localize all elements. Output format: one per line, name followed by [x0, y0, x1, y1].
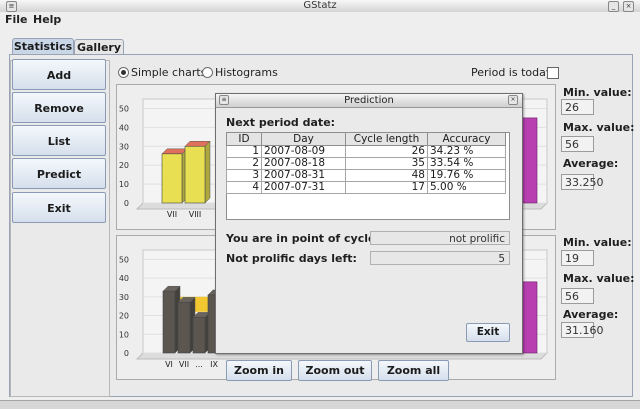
- average-label-bottom: Average:: [563, 308, 619, 321]
- cell-id: 3: [226, 169, 262, 182]
- min-value-label-top: Min. value:: [563, 86, 632, 99]
- min-value-field-bottom[interactable]: 19: [561, 250, 594, 266]
- period-is-today-label: Period is today: [471, 66, 553, 79]
- bar: [162, 290, 176, 354]
- cycle-point-field: not prolific: [370, 231, 510, 245]
- bar: [192, 317, 206, 354]
- close-icon[interactable]: ×: [623, 1, 634, 12]
- y-tick-label: 30: [119, 142, 129, 151]
- prediction-table: ID Day Cycle length Accuracy 1 2007-08-0…: [226, 132, 506, 194]
- y-tick-label: 40: [119, 274, 129, 283]
- remove-button[interactable]: Remove: [12, 92, 106, 123]
- simple-charts-radio[interactable]: [118, 67, 129, 78]
- column-header-id[interactable]: ID: [226, 132, 262, 146]
- y-tick-label: 0: [124, 199, 129, 208]
- cell-id: 1: [226, 145, 262, 158]
- cell-cycle-length: 35: [345, 157, 428, 170]
- cell-id: 4: [226, 181, 262, 194]
- dialog-title: Prediction: [344, 95, 394, 106]
- cycle-point-label: You are in point of cycle:: [226, 232, 380, 245]
- cell-accuracy: 34.23 %: [427, 145, 506, 158]
- y-tick-label: 20: [119, 312, 129, 321]
- average-field-bottom[interactable]: 31.160: [561, 322, 604, 338]
- minimize-icon[interactable]: _: [608, 1, 619, 12]
- cell-accuracy: 19.76 %: [427, 169, 506, 182]
- max-value-field-top[interactable]: 56: [561, 136, 594, 152]
- window-title: GStatz: [303, 0, 337, 11]
- y-tick-label: 10: [119, 180, 129, 189]
- zoom-out-button[interactable]: Zoom out: [298, 360, 372, 381]
- radio-selected-dot: [121, 70, 126, 75]
- bar-side: [204, 140, 211, 204]
- days-left-field: 5: [370, 251, 510, 265]
- zoom-in-button[interactable]: Zoom in: [226, 360, 292, 381]
- cell-day: 2007-08-31: [261, 169, 346, 182]
- column-header-accuracy[interactable]: Accuracy: [427, 132, 506, 146]
- x-tick-label: VIII: [189, 210, 202, 219]
- y-tick-label: 0: [124, 349, 129, 358]
- zoom-all-button[interactable]: Zoom all: [378, 360, 449, 381]
- y-tick-label: 20: [119, 161, 129, 170]
- x-tick-label: IX: [210, 360, 218, 369]
- menu-help[interactable]: Help: [33, 13, 61, 26]
- dialog-titlebar: ≡ Prediction ×: [216, 94, 522, 108]
- menu-file[interactable]: File: [5, 13, 28, 26]
- tab-gallery[interactable]: Gallery: [74, 39, 124, 55]
- y-tick-label: 50: [119, 255, 129, 264]
- cell-day: 2007-08-09: [261, 145, 346, 158]
- dialog-exit-button[interactable]: Exit: [466, 323, 510, 342]
- y-tick-label: 10: [119, 330, 129, 339]
- y-tick-label: 40: [119, 123, 129, 132]
- list-button[interactable]: List: [12, 125, 106, 156]
- cell-cycle-length: 48: [345, 169, 428, 182]
- max-value-label-top: Max. value:: [563, 121, 635, 134]
- x-tick-label: VII: [179, 360, 189, 369]
- period-is-today-checkbox[interactable]: [547, 67, 559, 79]
- x-tick-label: VII: [167, 210, 177, 219]
- histograms-radio[interactable]: [202, 67, 213, 78]
- histograms-label: Histograms: [215, 66, 278, 79]
- menubar: File Help: [0, 12, 640, 28]
- column-header-day[interactable]: Day: [261, 132, 346, 146]
- prediction-dialog: ≡ Prediction × Next period date: ID Day …: [215, 93, 523, 354]
- table-row[interactable]: 1 2007-08-09 26 34.23 %: [226, 145, 506, 158]
- y-tick-label: 50: [119, 104, 129, 113]
- max-value-label-bottom: Max. value:: [563, 272, 635, 285]
- y-tick-label: 30: [119, 293, 129, 302]
- next-period-label: Next period date:: [226, 116, 336, 129]
- bar: [161, 153, 183, 204]
- bar: [184, 145, 206, 204]
- tab-statistics[interactable]: Statistics: [12, 38, 74, 55]
- min-value-label-bottom: Min. value:: [563, 236, 632, 249]
- min-value-field-top[interactable]: 26: [561, 99, 594, 115]
- column-header-cycle-length[interactable]: Cycle length: [345, 132, 428, 146]
- average-field-top[interactable]: 33.250: [561, 174, 604, 190]
- average-label-top: Average:: [563, 157, 619, 170]
- cell-accuracy: 33.54 %: [427, 157, 506, 170]
- x-tick-label: VI: [165, 360, 173, 369]
- dialog-close-icon[interactable]: ×: [508, 95, 518, 105]
- table-header-row: ID Day Cycle length Accuracy: [226, 132, 506, 146]
- predict-button[interactable]: Predict: [12, 158, 106, 189]
- table-row[interactable]: 3 2007-08-31 48 19.76 %: [226, 169, 506, 182]
- exit-button[interactable]: Exit: [12, 192, 106, 223]
- cell-cycle-length: 17: [345, 181, 428, 194]
- table-row[interactable]: 4 2007-07-31 17 5.00 %: [226, 181, 506, 194]
- cell-id: 2: [226, 157, 262, 170]
- x-tick-label: ...: [195, 360, 203, 369]
- days-left-label: Not prolific days left:: [226, 252, 357, 265]
- add-button[interactable]: Add: [12, 59, 106, 90]
- table-row[interactable]: 2 2007-08-18 35 33.54 %: [226, 157, 506, 170]
- cell-accuracy: 5.00 %: [427, 181, 506, 194]
- simple-charts-label: Simple charts: [131, 66, 207, 79]
- max-value-field-bottom[interactable]: 56: [561, 288, 594, 304]
- cell-cycle-length: 26: [345, 145, 428, 158]
- cell-day: 2007-07-31: [261, 181, 346, 194]
- cell-day: 2007-08-18: [261, 157, 346, 170]
- bar: [177, 302, 191, 354]
